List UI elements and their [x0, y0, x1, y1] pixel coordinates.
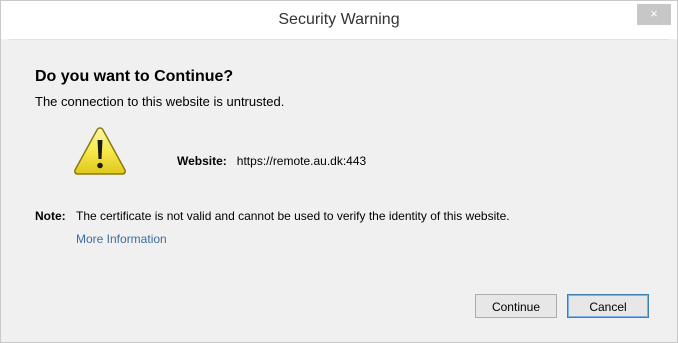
website-label: Website:	[177, 154, 227, 168]
close-button[interactable]: ×	[637, 4, 671, 25]
dialog-heading: Do you want to Continue?	[35, 68, 234, 85]
title-bar[interactable]: Security Warning ×	[1, 1, 677, 39]
continue-button[interactable]: Continue	[475, 294, 557, 318]
note-label: Note:	[35, 209, 66, 223]
website-row: Website: https://remote.au.dk:443	[177, 154, 366, 168]
website-url: https://remote.au.dk:443	[236, 154, 367, 168]
note-row: Note: The certificate is not valid and ca…	[35, 209, 510, 223]
note-text: The certificate is not valid and cannot …	[76, 209, 510, 223]
security-warning-window: Security Warning × Do you want to Contin…	[0, 0, 678, 343]
warning-icon	[74, 127, 126, 175]
cancel-button[interactable]: Cancel	[567, 294, 649, 318]
dialog-subheading: The connection to this website is untrus…	[35, 94, 285, 109]
window-title: Security Warning	[278, 11, 400, 28]
close-icon: ×	[650, 6, 658, 21]
more-information-link[interactable]: More Information	[76, 232, 167, 246]
dialog-body: Do you want to Continue? The connection …	[9, 39, 669, 336]
